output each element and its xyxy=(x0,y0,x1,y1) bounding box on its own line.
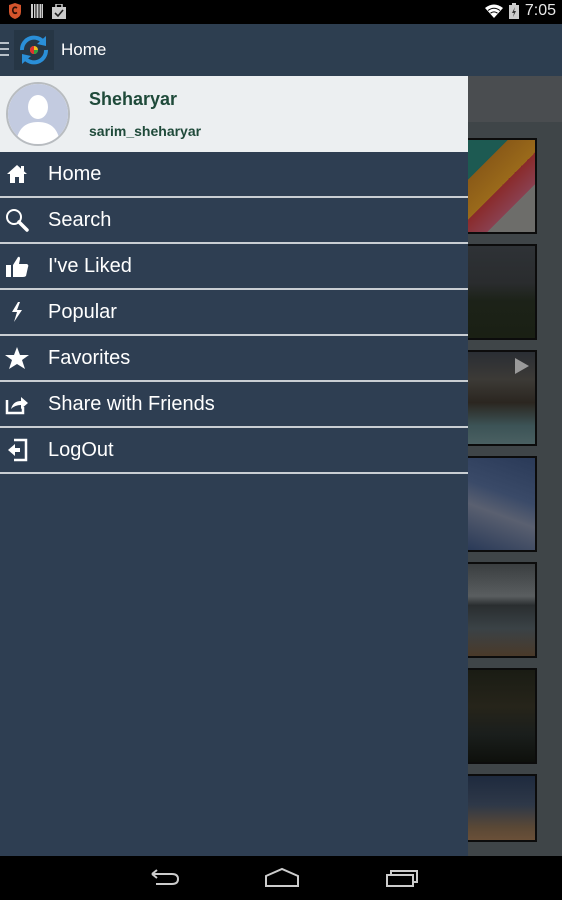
shield-notification-icon xyxy=(9,3,21,19)
sync-logo-icon xyxy=(19,35,49,65)
menu-item-home[interactable]: Home xyxy=(0,152,468,198)
menu-item-label: Search xyxy=(48,209,112,231)
navigation-drawer: Sheharyar sarim_sheharyar Home Search I'… xyxy=(0,76,468,856)
menu-item-liked[interactable]: I've Liked xyxy=(0,244,468,290)
back-icon xyxy=(151,869,180,885)
menu-item-label: Popular xyxy=(48,301,117,323)
feed-thumbnail[interactable] xyxy=(466,668,537,764)
menu-item-label: Share with Friends xyxy=(48,393,215,415)
status-bar: 7:05 xyxy=(0,0,562,24)
menu-item-share[interactable]: Share with Friends xyxy=(0,382,468,428)
action-bar: Home xyxy=(0,24,562,76)
menu-item-label: I've Liked xyxy=(48,255,132,277)
profile-name: Sheharyar xyxy=(89,89,178,109)
lightning-icon xyxy=(4,300,30,324)
menu-item-search[interactable]: Search xyxy=(0,198,468,244)
home-nav-icon xyxy=(265,867,299,887)
page-title: Home xyxy=(61,40,107,59)
feed-thumbnail[interactable] xyxy=(466,350,537,446)
recent-apps-icon xyxy=(386,870,418,887)
battery-charging-icon xyxy=(508,3,519,19)
back-button[interactable] xyxy=(142,866,182,890)
barcode-notification-icon xyxy=(31,4,43,18)
wifi-icon xyxy=(484,4,503,18)
profile-header[interactable]: Sheharyar sarim_sheharyar xyxy=(0,76,468,152)
search-icon xyxy=(4,208,30,232)
home-icon xyxy=(4,162,30,186)
default-user-icon xyxy=(8,84,68,144)
clipboard-check-icon xyxy=(52,3,66,19)
profile-username: sarim_sheharyar xyxy=(89,123,202,139)
recent-apps-button[interactable] xyxy=(382,866,422,890)
menu-item-label: Favorites xyxy=(48,347,131,369)
feed-thumbnail[interactable] xyxy=(466,456,537,552)
feed-thumbnail[interactable] xyxy=(466,774,537,842)
feed-thumbnail[interactable] xyxy=(466,244,537,340)
drawer-menu: Home Search I've Liked Popular Favorites… xyxy=(0,152,468,474)
feed-thumbnail[interactable] xyxy=(466,562,537,658)
thumbs-up-icon xyxy=(4,254,30,278)
home-nav-button[interactable] xyxy=(262,866,302,890)
menu-item-popular[interactable]: Popular xyxy=(0,290,468,336)
share-icon xyxy=(4,392,30,416)
menu-item-label: Home xyxy=(48,163,102,185)
feed-thumbnail[interactable] xyxy=(466,138,537,234)
avatar[interactable] xyxy=(6,82,70,146)
menu-item-favorites[interactable]: Favorites xyxy=(0,336,468,382)
star-icon xyxy=(4,346,30,370)
play-icon xyxy=(515,358,529,374)
drawer-toggle-icon[interactable] xyxy=(0,42,10,58)
status-time: 7:05 xyxy=(524,2,556,19)
logout-icon xyxy=(4,438,30,462)
menu-item-logout[interactable]: LogOut xyxy=(0,428,468,474)
feed-subheader xyxy=(468,76,562,122)
menu-item-label: LogOut xyxy=(48,439,114,461)
screen: 7:05 Home Sheharyar sarim_sheharyar Home… xyxy=(0,0,562,900)
app-logo[interactable] xyxy=(14,30,54,70)
system-nav-bar xyxy=(0,856,562,900)
